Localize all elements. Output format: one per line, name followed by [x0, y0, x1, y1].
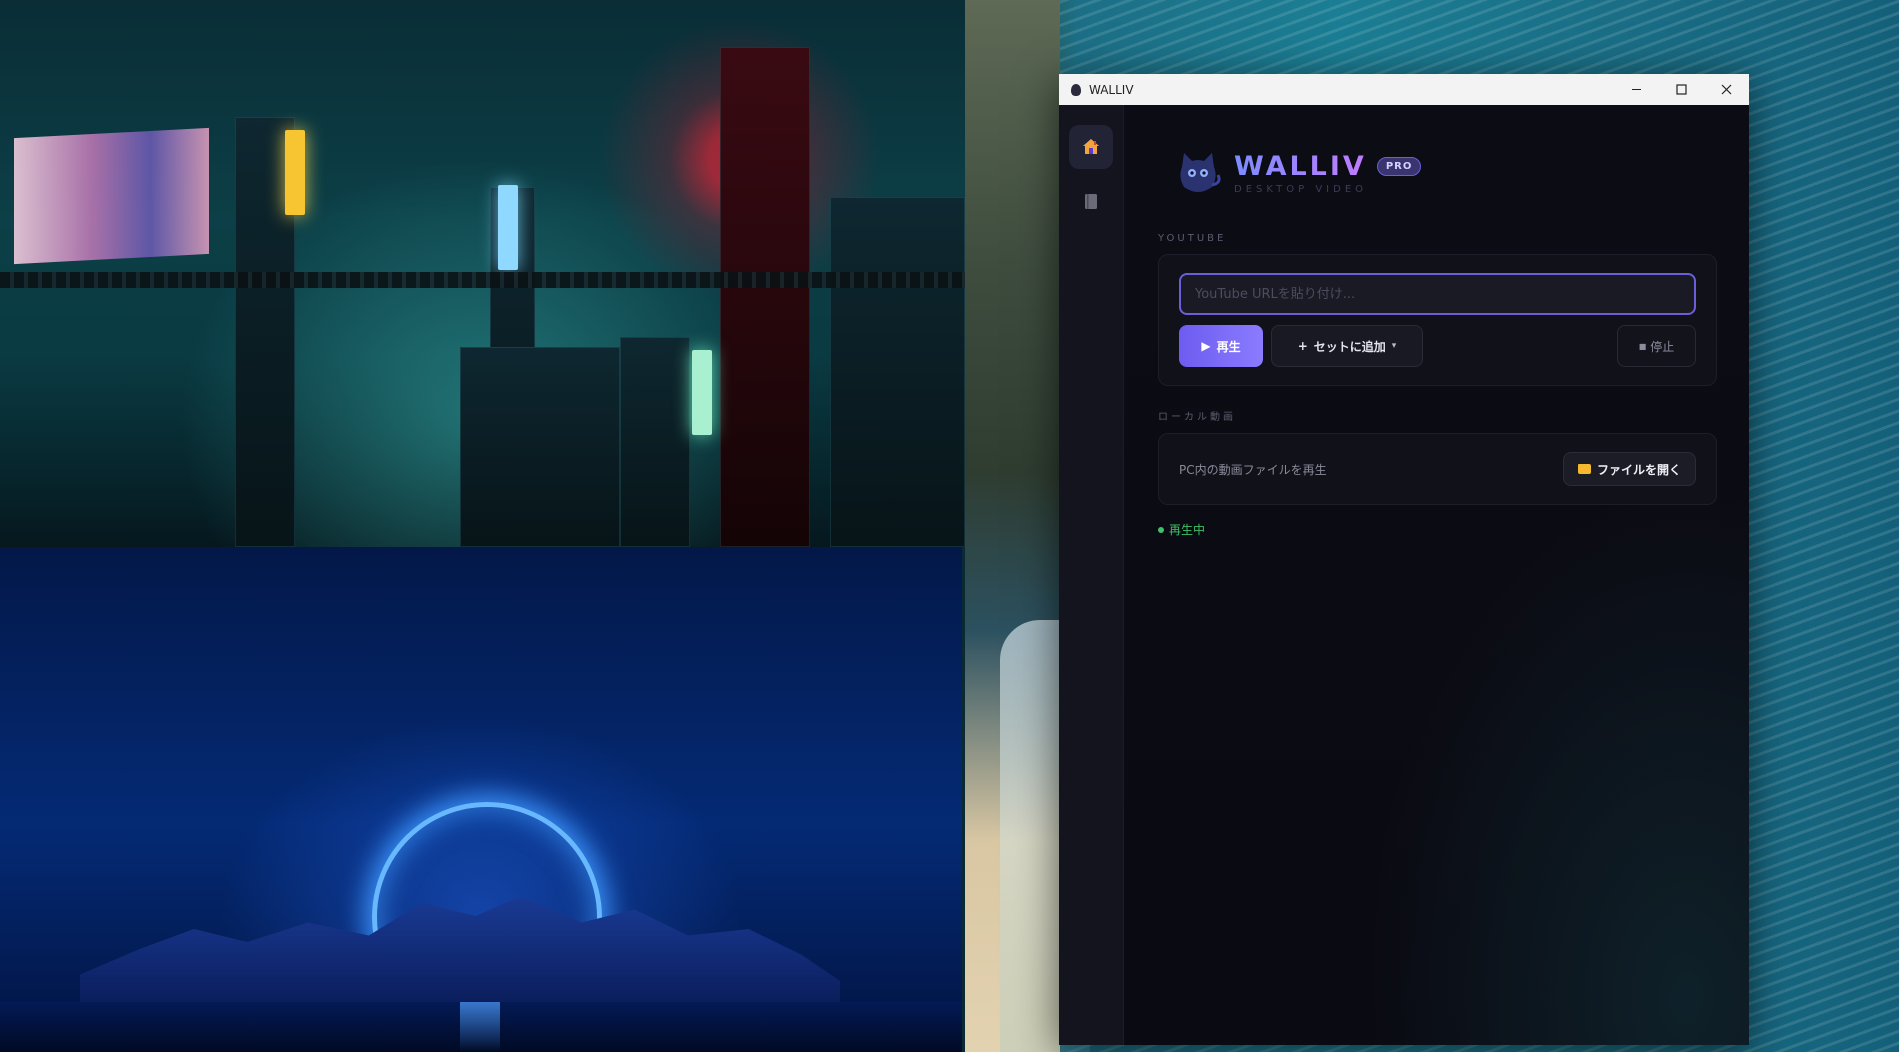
brand-header: WALLIV PRO DESKTOP VIDEO	[1172, 147, 1717, 199]
book-icon	[1085, 194, 1097, 209]
local-video-description: PC内の動画ファイルを再生	[1179, 462, 1327, 477]
window-title: WALLIV	[1089, 82, 1134, 97]
play-label: 再生	[1216, 339, 1241, 354]
main-panel: WALLIV PRO DESKTOP VIDEO YOUTUBE ▶ 再生 +	[1124, 105, 1749, 1045]
city-bridge	[0, 272, 965, 288]
cat-icon	[1180, 153, 1221, 192]
local-video-card: PC内の動画ファイルを再生 ファイルを開く	[1158, 433, 1717, 505]
close-icon	[1721, 84, 1732, 95]
open-file-button[interactable]: ファイルを開く	[1563, 452, 1696, 486]
maximize-button[interactable]	[1659, 74, 1704, 105]
chevron-down-icon: ▾	[1391, 341, 1397, 351]
app-icon	[1071, 83, 1081, 96]
open-file-label: ファイルを開く	[1596, 462, 1681, 477]
sidebar	[1059, 105, 1124, 1045]
status-text: 再生中	[1169, 523, 1206, 537]
youtube-card: ▶ 再生 + セットに追加 ▾ ■ 停止	[1158, 254, 1717, 386]
add-to-set-button[interactable]: + セットに追加 ▾	[1271, 325, 1423, 367]
city-tower	[620, 337, 690, 547]
app-window: WALLIV WALLIV PRO DESKTOP VIDEO YOUTUBE …	[1059, 74, 1749, 1045]
city-neon-sign	[692, 350, 712, 435]
folder-icon	[1577, 464, 1591, 474]
youtube-section-label: YOUTUBE	[1158, 233, 1227, 244]
close-button[interactable]	[1704, 74, 1749, 105]
status-dot-icon	[1158, 526, 1164, 533]
stop-icon: ■	[1638, 341, 1647, 351]
city-tower	[460, 347, 620, 547]
sidebar-item-home[interactable]	[1069, 125, 1113, 169]
local-section-label: ローカル動画	[1158, 412, 1236, 423]
pro-badge: PRO	[1376, 157, 1422, 176]
city-billboard	[14, 127, 209, 265]
plus-icon: +	[1297, 339, 1308, 353]
play-icon: ▶	[1201, 339, 1211, 353]
minimize-icon	[1632, 89, 1641, 90]
title-bar[interactable]: WALLIV	[1059, 74, 1749, 105]
stop-button[interactable]: ■ 停止	[1617, 325, 1696, 367]
city-tower	[830, 197, 965, 547]
brand-name: WALLIV	[1234, 151, 1367, 182]
city-tower	[720, 47, 810, 547]
stop-label: 停止	[1650, 339, 1675, 354]
minimize-button[interactable]	[1614, 74, 1659, 105]
play-button[interactable]: ▶ 再生	[1179, 325, 1263, 367]
youtube-url-input[interactable]	[1179, 273, 1696, 315]
maximize-icon	[1676, 84, 1687, 95]
water-reflection	[460, 1002, 500, 1052]
add-to-set-label: セットに追加	[1313, 339, 1386, 354]
video-wallpaper-cyberpunk-city	[0, 0, 965, 547]
video-wallpaper-neon-ring	[0, 547, 962, 1052]
sidebar-item-library[interactable]	[1069, 179, 1113, 223]
brand-subtitle: DESKTOP VIDEO	[1234, 184, 1368, 195]
city-neon-sign	[285, 130, 305, 215]
home-icon	[1083, 139, 1099, 154]
playback-status: 再生中	[1158, 521, 1717, 538]
city-neon-sign	[498, 185, 518, 270]
